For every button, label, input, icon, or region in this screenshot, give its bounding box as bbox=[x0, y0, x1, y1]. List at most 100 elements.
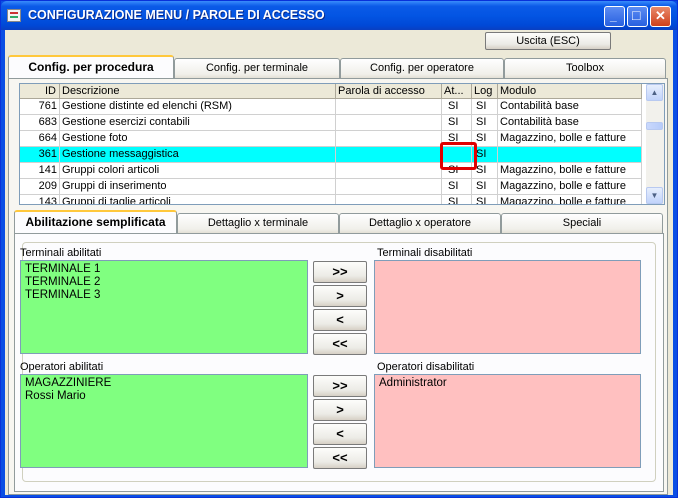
tab-toolbox[interactable]: Toolbox bbox=[504, 58, 666, 78]
cell-descrizione: Gruppi colori articoli bbox=[60, 163, 336, 179]
grid-vertical-scrollbar[interactable]: ▲ ▼ bbox=[646, 84, 664, 204]
cell-modulo: Magazzino, bolle e fatture bbox=[498, 179, 642, 195]
cell-modulo: Magazzino, bolle e fatture bbox=[498, 163, 642, 179]
cell-id: 209 bbox=[20, 179, 60, 195]
operators-move-all-right-button[interactable]: >> bbox=[313, 375, 367, 397]
tab-config-procedura[interactable]: Config. per procedura bbox=[8, 55, 174, 78]
client-area: Uscita (ESC) Config. per procedura Confi… bbox=[5, 30, 673, 495]
close-icon: ✕ bbox=[655, 8, 666, 23]
table-row[interactable]: 141 Gruppi colori articoli SI SI Magazzi… bbox=[20, 163, 642, 179]
list-item[interactable]: Administrator bbox=[379, 377, 636, 390]
cell-id: 361 bbox=[20, 147, 60, 163]
cell-descrizione: Gestione esercizi contabili bbox=[60, 115, 336, 131]
cell-log[interactable]: SI bbox=[472, 179, 498, 195]
cell-log[interactable]: SI bbox=[472, 115, 498, 131]
cell-modulo: Magazzino, bolle e fatture bbox=[498, 195, 642, 204]
table-row[interactable]: 761 Gestione distinte ed elenchi (RSM) S… bbox=[20, 99, 642, 115]
title-bar[interactable]: CONFIGURAZIONE MENU / PAROLE DI ACCESSO … bbox=[1, 1, 677, 30]
scroll-up-button[interactable]: ▲ bbox=[646, 84, 663, 101]
terminali-disabilitati-label: Terminali disabilitati bbox=[377, 247, 473, 259]
cell-descrizione: Gestione foto bbox=[60, 131, 336, 147]
scroll-up-icon: ▲ bbox=[650, 88, 659, 97]
cell-log[interactable]: SI bbox=[472, 195, 498, 204]
cell-modulo bbox=[498, 147, 642, 163]
scroll-thumb[interactable] bbox=[646, 122, 663, 130]
cell-descrizione: Gruppi di inserimento bbox=[60, 179, 336, 195]
cell-at[interactable]: SI bbox=[442, 195, 472, 204]
exit-button[interactable]: Uscita (ESC) bbox=[485, 32, 611, 50]
list-item[interactable]: TERMINALE 1 bbox=[25, 263, 303, 276]
cell-id: 761 bbox=[20, 99, 60, 115]
cell-parola[interactable] bbox=[336, 163, 442, 179]
col-header-log[interactable]: Log bbox=[472, 84, 498, 99]
terminali-disabilitati-list[interactable] bbox=[374, 260, 641, 354]
cell-at[interactable]: SI bbox=[442, 179, 472, 195]
minimize-button[interactable]: _ bbox=[604, 6, 625, 27]
maximize-button[interactable]: □ bbox=[627, 6, 648, 27]
tab-dettaglio-operatore[interactable]: Dettaglio x operatore bbox=[339, 213, 501, 233]
cell-parola[interactable] bbox=[336, 179, 442, 195]
window-title: CONFIGURAZIONE MENU / PAROLE DI ACCESSO bbox=[28, 8, 325, 22]
table-row[interactable]: 664 Gestione foto SI SI Magazzino, bolle… bbox=[20, 131, 642, 147]
procedure-panel: ID Descrizione Parola di accesso At... L… bbox=[8, 78, 668, 495]
operatori-abilitati-list[interactable]: MAGAZZINIERE Rossi Mario bbox=[20, 374, 308, 468]
cell-at[interactable]: SI bbox=[442, 115, 472, 131]
col-header-descrizione[interactable]: Descrizione bbox=[60, 84, 336, 99]
close-button[interactable]: ✕ bbox=[650, 6, 671, 27]
procedures-grid[interactable]: ID Descrizione Parola di accesso At... L… bbox=[19, 83, 665, 205]
scroll-down-button[interactable]: ▼ bbox=[646, 187, 663, 204]
list-item[interactable]: Rossi Mario bbox=[25, 390, 303, 403]
terminals-move-all-right-button[interactable]: >> bbox=[313, 261, 367, 283]
app-icon bbox=[7, 9, 21, 22]
terminali-abilitati-label: Terminali abilitati bbox=[20, 247, 102, 259]
operatori-disabilitati-list[interactable]: Administrator bbox=[374, 374, 641, 468]
cell-parola[interactable] bbox=[336, 147, 442, 163]
operatori-abilitati-label: Operatori abilitati bbox=[20, 361, 104, 373]
terminals-move-all-left-button[interactable]: << bbox=[313, 333, 367, 355]
tab-abilitazione-semplificata[interactable]: Abilitazione semplificata bbox=[14, 210, 177, 233]
col-header-parola[interactable]: Parola di accesso bbox=[336, 84, 442, 99]
col-header-at[interactable]: At... bbox=[442, 84, 472, 99]
table-row[interactable]: 143 Gruppi di taglie articoli SI SI Maga… bbox=[20, 195, 642, 204]
cell-id: 143 bbox=[20, 195, 60, 204]
terminals-move-right-button[interactable]: > bbox=[313, 285, 367, 307]
table-row-selected[interactable]: 361 Gestione messaggistica SI bbox=[20, 147, 642, 163]
abilitazione-panel: Terminali abilitati TERMINALE 1 TERMINAL… bbox=[14, 233, 664, 492]
minimize-icon: _ bbox=[610, 9, 617, 23]
col-header-id[interactable]: ID bbox=[20, 84, 60, 99]
tab-config-operatore[interactable]: Config. per operatore bbox=[340, 58, 504, 78]
table-row[interactable]: 683 Gestione esercizi contabili SI SI Co… bbox=[20, 115, 642, 131]
cell-parola[interactable] bbox=[336, 115, 442, 131]
terminali-abilitati-list[interactable]: TERMINALE 1 TERMINALE 2 TERMINALE 3 bbox=[20, 260, 308, 354]
application-window: CONFIGURAZIONE MENU / PAROLE DI ACCESSO … bbox=[0, 0, 678, 498]
operators-move-left-button[interactable]: < bbox=[313, 423, 367, 445]
cell-descrizione: Gestione messaggistica bbox=[60, 147, 336, 163]
operatori-disabilitati-label: Operatori disabilitati bbox=[377, 361, 475, 373]
scroll-down-icon: ▼ bbox=[650, 191, 659, 200]
cell-log[interactable]: SI bbox=[472, 99, 498, 115]
operators-move-right-button[interactable]: > bbox=[313, 399, 367, 421]
list-item[interactable]: MAGAZZINIERE bbox=[25, 377, 303, 390]
cell-parola[interactable] bbox=[336, 195, 442, 204]
tab-dettaglio-terminale[interactable]: Dettaglio x terminale bbox=[177, 213, 339, 233]
cell-parola[interactable] bbox=[336, 131, 442, 147]
cell-modulo: Contabilità base bbox=[498, 99, 642, 115]
table-row[interactable]: 209 Gruppi di inserimento SI SI Magazzin… bbox=[20, 179, 642, 195]
cell-at[interactable]: SI bbox=[442, 99, 472, 115]
terminals-move-left-button[interactable]: < bbox=[313, 309, 367, 331]
cell-id: 141 bbox=[20, 163, 60, 179]
tab-config-terminale[interactable]: Config. per terminale bbox=[174, 58, 340, 78]
cell-descrizione: Gestione distinte ed elenchi (RSM) bbox=[60, 99, 336, 115]
cell-id: 664 bbox=[20, 131, 60, 147]
operators-move-all-left-button[interactable]: << bbox=[313, 447, 367, 469]
cell-descrizione: Gruppi di taglie articoli bbox=[60, 195, 336, 204]
maximize-icon: □ bbox=[632, 7, 641, 23]
cell-id: 683 bbox=[20, 115, 60, 131]
list-item[interactable]: TERMINALE 3 bbox=[25, 289, 303, 302]
tab-speciali[interactable]: Speciali bbox=[501, 213, 663, 233]
highlight-annotation bbox=[440, 142, 477, 170]
list-item[interactable]: TERMINALE 2 bbox=[25, 276, 303, 289]
col-header-modulo[interactable]: Modulo bbox=[498, 84, 642, 99]
cell-parola[interactable] bbox=[336, 99, 442, 115]
bottom-tab-strip: Abilitazione semplificata Dettaglio x te… bbox=[14, 210, 664, 233]
